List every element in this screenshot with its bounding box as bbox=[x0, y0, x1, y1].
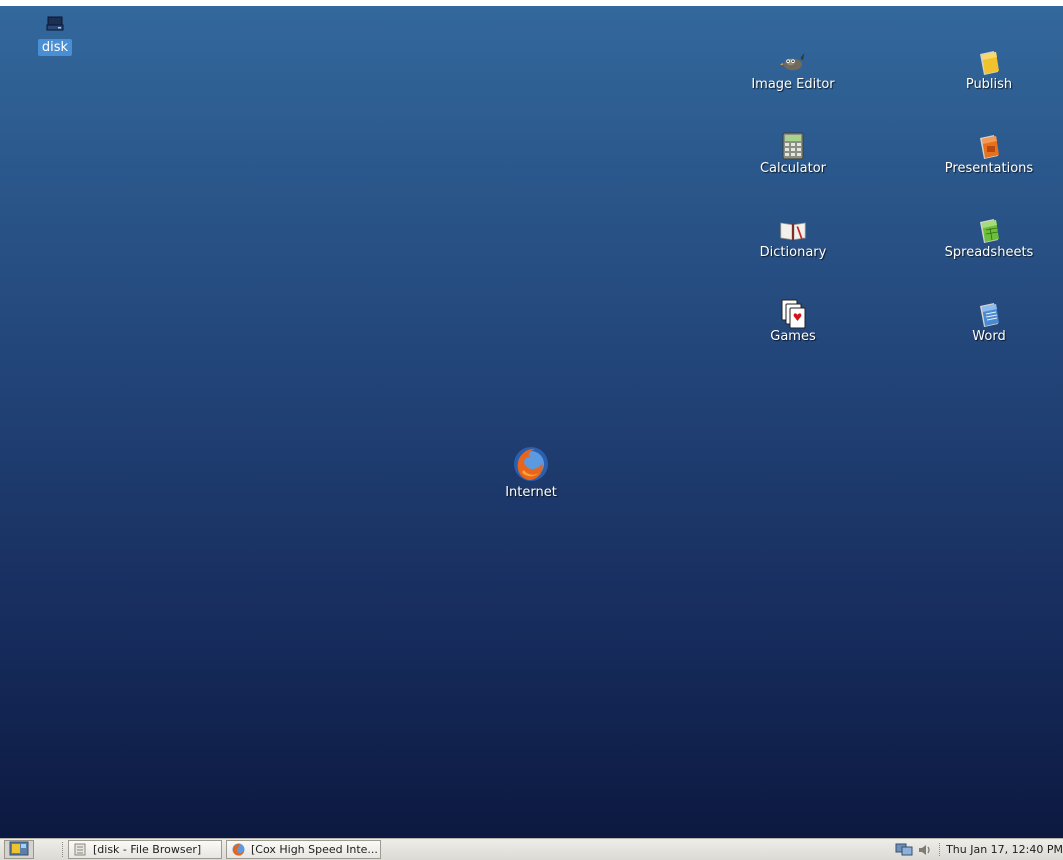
desktop-icon-image-editor[interactable]: Image Editor bbox=[738, 48, 848, 92]
desktop-icon-internet[interactable]: Internet bbox=[476, 444, 586, 500]
desktop-icon-dictionary[interactable]: Dictionary bbox=[738, 216, 848, 260]
desktop-icon-label: Internet bbox=[505, 485, 557, 500]
desktop-icon-publish[interactable]: Publish bbox=[934, 48, 1044, 92]
firefox-icon bbox=[511, 444, 551, 484]
task-button-label: [Cox High Speed Inte... bbox=[251, 843, 378, 856]
spreadsheet-doc-icon bbox=[975, 216, 1003, 244]
gimp-icon bbox=[779, 48, 807, 76]
task-button-label: [disk - File Browser] bbox=[93, 843, 202, 856]
desktop-icon-presentations[interactable]: Presentations bbox=[934, 132, 1044, 176]
firefox-icon bbox=[231, 843, 245, 857]
clock[interactable]: Thu Jan 17, 12:40 PM bbox=[939, 843, 1063, 856]
desktop-icon-label: Dictionary bbox=[759, 245, 827, 260]
desktop: disk Image Editor Publish Calculator Pre… bbox=[0, 6, 1063, 838]
system-tray: Thu Jan 17, 12:40 PM bbox=[895, 840, 1063, 859]
desktop-icon-calculator[interactable]: Calculator bbox=[738, 132, 848, 176]
desktop-icon-label: Image Editor bbox=[751, 77, 835, 92]
desktop-icon-label: Publish bbox=[965, 77, 1013, 92]
word-doc-icon bbox=[975, 300, 1003, 328]
task-button-browser[interactable]: [Cox High Speed Inte... bbox=[226, 840, 381, 859]
taskbar: [disk - File Browser] [Cox High Speed In… bbox=[0, 838, 1063, 860]
calculator-icon bbox=[779, 132, 807, 160]
publish-doc-icon bbox=[975, 48, 1003, 76]
task-button-file-browser[interactable]: [disk - File Browser] bbox=[68, 840, 222, 859]
file-browser-icon bbox=[73, 843, 87, 857]
taskbar-separator bbox=[62, 842, 65, 857]
desktop-icon-label: Presentations bbox=[944, 161, 1034, 176]
start-menu-icon bbox=[9, 841, 29, 859]
presentation-doc-icon bbox=[975, 132, 1003, 160]
start-menu-button[interactable] bbox=[4, 840, 34, 859]
desktop-icon-label: Games bbox=[770, 329, 816, 344]
drive-icon bbox=[41, 10, 69, 38]
desktop-icon-label: Spreadsheets bbox=[944, 245, 1034, 260]
book-icon bbox=[779, 216, 807, 244]
volume-icon[interactable] bbox=[916, 842, 934, 858]
playing-cards-icon bbox=[779, 299, 807, 329]
desktop-icon-label: Word bbox=[972, 329, 1006, 344]
desktop-icon-games[interactable]: Games bbox=[738, 299, 848, 344]
desktop-icon-spreadsheets[interactable]: Spreadsheets bbox=[934, 216, 1044, 260]
network-icon[interactable] bbox=[895, 842, 913, 858]
desktop-icon-word[interactable]: Word bbox=[934, 300, 1044, 344]
desktop-icon-label: Calculator bbox=[759, 161, 826, 176]
desktop-icon-disk[interactable]: disk bbox=[19, 10, 91, 56]
desktop-icon-label: disk bbox=[37, 39, 73, 56]
